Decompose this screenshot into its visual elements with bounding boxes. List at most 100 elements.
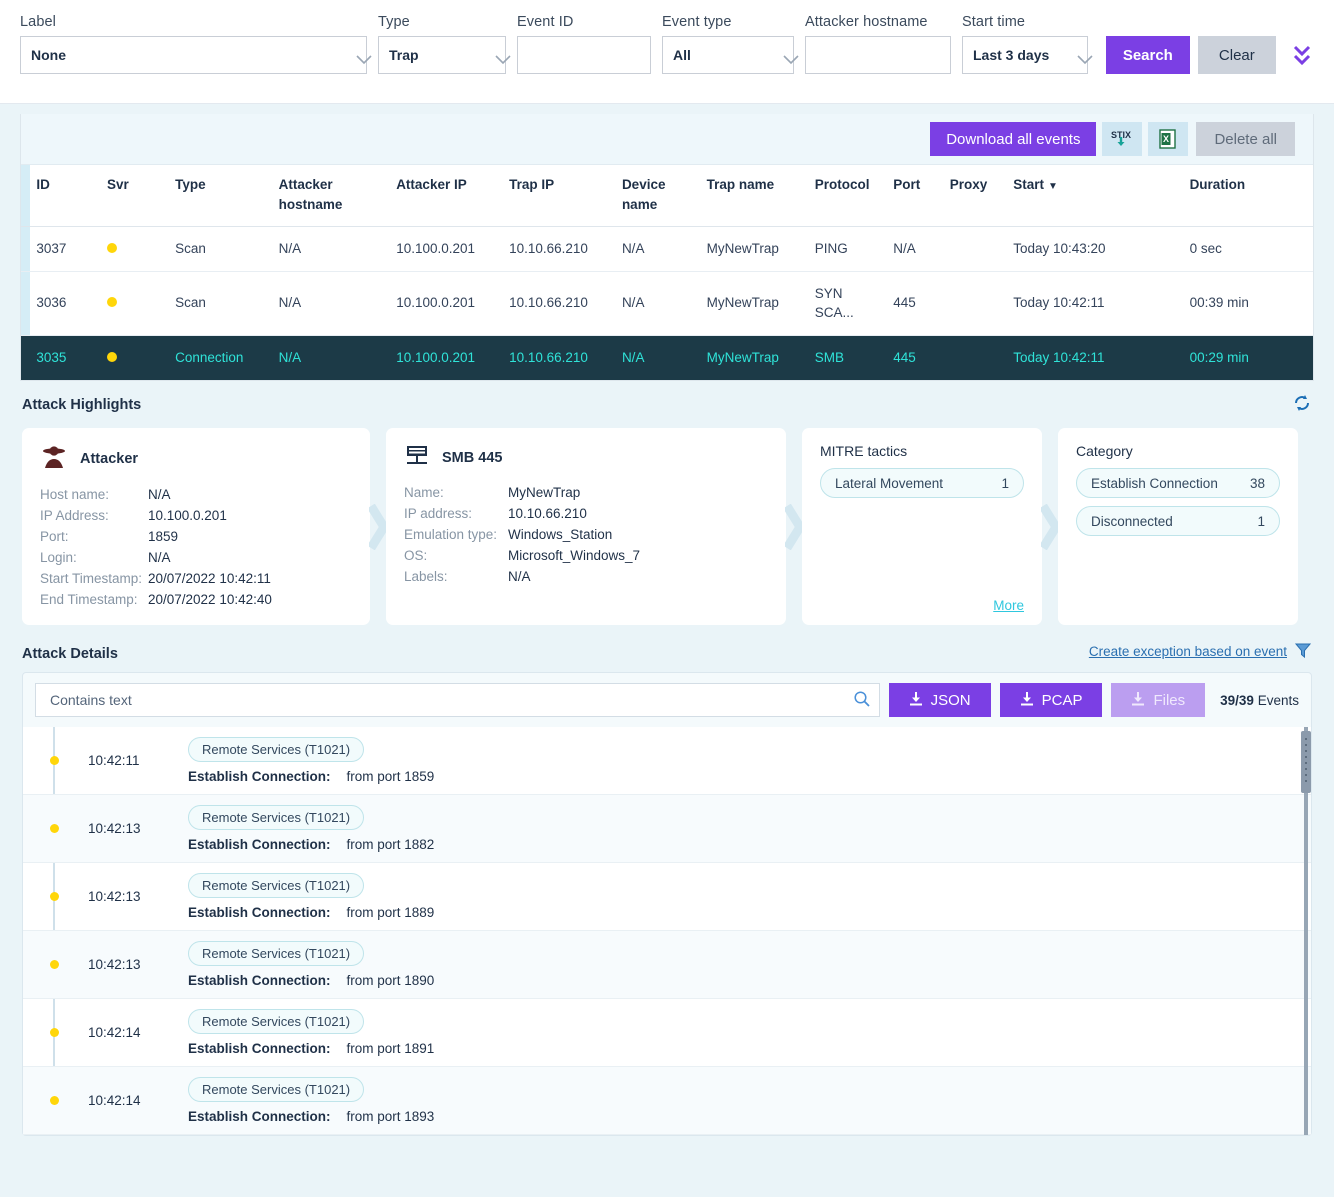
create-exception-link[interactable]: Create exception based on event <box>1089 641 1312 662</box>
category-chip[interactable]: Disconnected 1 <box>1076 506 1280 536</box>
field-key: Port: <box>40 526 148 547</box>
column-header-proxy[interactable]: Proxy <box>944 165 1007 227</box>
technique-badge[interactable]: Remote Services (T1021) <box>188 941 364 966</box>
column-header-protocol[interactable]: Protocol <box>809 165 888 227</box>
column-header-start[interactable]: Start▼ <box>1007 165 1183 227</box>
search-icon[interactable] <box>853 690 871 711</box>
timeline-row[interactable]: 10:42:14 Remote Services (T1021) Establi… <box>23 999 1311 1067</box>
category-chip[interactable]: Establish Connection 38 <box>1076 468 1280 498</box>
timeline-time: 10:42:11 <box>88 753 188 768</box>
events-table-header: ID Svr Type Attacker hostname Attacker I… <box>21 165 1313 227</box>
download-icon <box>1020 691 1034 710</box>
event-type-filter-value: All <box>673 47 691 63</box>
technique-badge[interactable]: Remote Services (T1021) <box>188 1077 364 1102</box>
hacker-icon <box>40 443 68 474</box>
table-row[interactable]: 3036 Scan N/A 10.100.0.201 10.10.66.210 … <box>21 271 1313 335</box>
column-header-port[interactable]: Port <box>887 165 943 227</box>
download-pcap-button[interactable]: PCAP <box>1000 683 1103 717</box>
attack-highlights-title: Attack Highlights <box>22 397 141 413</box>
events-header-row: ID Svr Type Attacker hostname Attacker I… <box>21 165 1313 227</box>
column-header-attacker-hostname[interactable]: Attacker hostname <box>273 165 391 227</box>
field-key: Login: <box>40 547 148 568</box>
timeline-row[interactable]: 10:42:13 Remote Services (T1021) Establi… <box>23 931 1311 999</box>
technique-badge[interactable]: Remote Services (T1021) <box>188 1009 364 1034</box>
mitre-more-link[interactable]: More <box>993 598 1024 613</box>
event-id-input[interactable] <box>528 46 640 64</box>
event-type-filter-select[interactable]: All <box>662 36 794 74</box>
type-filter-select[interactable]: Trap <box>378 36 506 74</box>
field-key: End Timestamp: <box>40 589 148 610</box>
attacker-card: Attacker Host name:N/A IP Address:10.100… <box>22 428 370 625</box>
expand-filters-icon[interactable] <box>1290 36 1314 74</box>
cell-attacker-ip: 10.100.0.201 <box>390 335 503 380</box>
label-filter-select[interactable]: None <box>20 36 367 74</box>
attacker-hostname-input-wrap[interactable] <box>805 36 951 74</box>
field-key: Start Timestamp: <box>40 568 148 589</box>
timeline-scrollbar[interactable] <box>1301 727 1311 1135</box>
table-row[interactable]: 3037 Scan N/A 10.100.0.201 10.10.66.210 … <box>21 227 1313 272</box>
technique-badge[interactable]: Remote Services (T1021) <box>188 737 364 762</box>
column-header-type[interactable]: Type <box>169 165 272 227</box>
start-time-filter-select[interactable]: Last 3 days <box>962 36 1088 74</box>
mitre-tactic-chip[interactable]: Lateral Movement 1 <box>820 468 1024 498</box>
cell-protocol: SYN SCA... <box>809 271 888 335</box>
timeline-description: Establish Connection:from port 1882 <box>188 837 434 852</box>
technique-badge[interactable]: Remote Services (T1021) <box>188 805 364 830</box>
attacker-field: Port:1859 <box>40 526 352 547</box>
column-header-device-name[interactable]: Device name <box>616 165 701 227</box>
column-header-duration[interactable]: Duration <box>1184 165 1313 227</box>
event-id-input-wrap[interactable] <box>517 36 651 74</box>
timeline-action: Establish Connection: <box>188 1041 331 1056</box>
cell-attacker-hostname: N/A <box>273 335 391 380</box>
scrollbar-thumb[interactable] <box>1301 731 1311 793</box>
technique-badge[interactable]: Remote Services (T1021) <box>188 873 364 898</box>
search-input-wrap[interactable] <box>35 683 880 717</box>
field-value: Microsoft_Windows_7 <box>508 545 640 566</box>
timeline-detail: from port 1890 <box>347 973 435 988</box>
field-key: IP address: <box>404 503 508 524</box>
excel-export-icon[interactable]: X <box>1148 122 1188 156</box>
timeline-content: Remote Services (T1021) Establish Connec… <box>188 1077 434 1124</box>
cell-type: Scan <box>169 227 272 272</box>
cell-proxy <box>944 335 1007 380</box>
timeline-row[interactable]: 10:42:11 Remote Services (T1021) Establi… <box>23 727 1311 795</box>
main-panel: Download all events STIX X Delete all <box>0 104 1334 1197</box>
event-type-filter-label: Event type <box>662 14 794 30</box>
clear-button[interactable]: Clear <box>1198 36 1276 74</box>
timeline-row[interactable]: 10:42:14 Remote Services (T1021) Establi… <box>23 1067 1311 1135</box>
cell-start: Today 10:42:11 <box>1007 335 1183 380</box>
column-header-id[interactable]: ID <box>30 165 101 227</box>
column-header-svr[interactable]: Svr <box>101 165 169 227</box>
refresh-icon[interactable] <box>1292 393 1312 416</box>
scrollbar-grip-icon <box>1305 738 1307 786</box>
timeline-row[interactable]: 10:42:13 Remote Services (T1021) Establi… <box>23 795 1311 863</box>
delete-all-button[interactable]: Delete all <box>1196 122 1295 156</box>
cell-device-name: N/A <box>616 271 701 335</box>
cell-port: 445 <box>887 271 943 335</box>
attacker-field: Start Timestamp:20/07/2022 10:42:11 <box>40 568 352 589</box>
search-input[interactable] <box>48 691 853 709</box>
timeline-detail: from port 1891 <box>347 1041 435 1056</box>
stix-download-icon[interactable]: STIX <box>1102 122 1142 156</box>
timeline-description: Establish Connection:from port 1889 <box>188 905 434 920</box>
start-time-filter-label: Start time <box>962 14 1088 30</box>
timeline-dot-icon <box>50 756 59 765</box>
table-row-selected[interactable]: 3035 Connection N/A 10.100.0.201 10.10.6… <box>21 335 1313 380</box>
events-count: 39/39 Events <box>1220 693 1299 708</box>
download-files-button: Files <box>1111 683 1205 717</box>
download-json-button[interactable]: JSON <box>889 683 991 717</box>
download-all-events-button[interactable]: Download all events <box>930 122 1096 156</box>
column-header-trap-name[interactable]: Trap name <box>701 165 809 227</box>
column-header-attacker-ip[interactable]: Attacker IP <box>390 165 503 227</box>
timeline-dot-icon <box>50 892 59 901</box>
cell-id: 3036 <box>30 271 101 335</box>
attack-highlights-header: Attack Highlights <box>22 393 1312 428</box>
timeline-content: Remote Services (T1021) Establish Connec… <box>188 737 434 784</box>
timeline-description: Establish Connection:from port 1890 <box>188 973 434 988</box>
attacker-hostname-input[interactable] <box>816 46 940 64</box>
search-button[interactable]: Search <box>1106 36 1190 74</box>
column-header-trap-ip[interactable]: Trap IP <box>503 165 616 227</box>
field-key: OS: <box>404 545 508 566</box>
row-edge-marker <box>21 227 30 272</box>
timeline-row[interactable]: 10:42:13 Remote Services (T1021) Establi… <box>23 863 1311 931</box>
